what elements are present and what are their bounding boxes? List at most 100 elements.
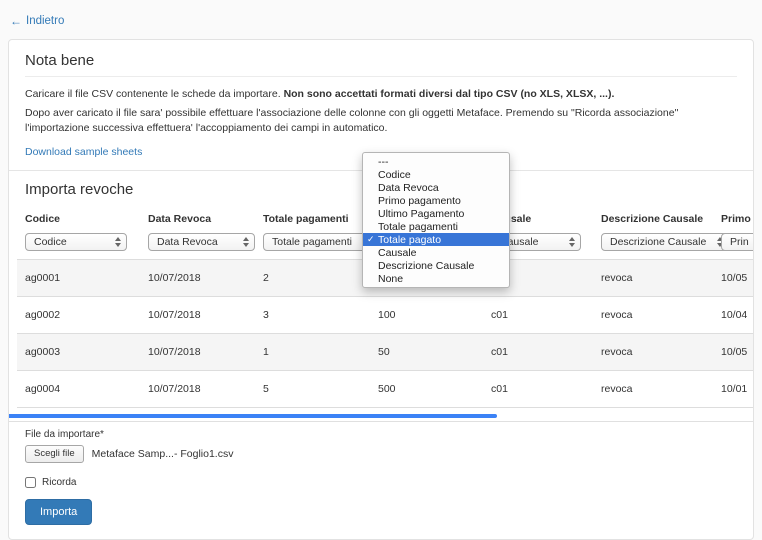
note-line-2: Dopo aver caricato il file sara' possibi… [25,106,737,135]
cell: revoca [593,371,713,408]
select-value: Codice [34,236,67,248]
cell: 10/07/2018 [140,260,255,297]
cell: ag0004 [17,371,140,408]
select-arrows-icon [115,237,121,247]
dropdown-option[interactable]: None [363,272,509,285]
table-row: ag0003 10/07/2018 1 50 c01 revoca 10/05 [17,334,754,371]
cell: 10/05 [713,260,754,297]
note-line-1-bold: Non sono accettati formati diversi dal t… [284,88,615,100]
cell: 1 [255,334,370,371]
page: ← Indietro Nota bene Caricare il file CS… [0,0,762,540]
cell: 10/07/2018 [140,371,255,408]
select-value: Prin [730,236,749,248]
table-row: ag0002 10/07/2018 3 100 c01 revoca 10/04 [17,297,754,334]
dropdown-option-label: Ultimo Pagamento [378,208,464,220]
dropdown-option-label: Primo pagamento [378,195,461,207]
table-row: ag0004 10/07/2018 5 500 c01 revoca 10/01 [17,371,754,408]
horizontal-scrollbar[interactable] [9,414,497,418]
dropdown-option-label: Data Revoca [378,182,439,194]
dropdown-option[interactable]: Descrizione Causale [363,259,509,272]
import-card: Nota bene Caricare il file CSV contenent… [8,39,754,540]
dropdown-option[interactable]: Ultimo Pagamento [363,207,509,220]
file-input-row: Scegli file Metaface Samp...- Foglio1.cs… [25,445,737,463]
remember-label: Ricorda [42,477,76,488]
note-title: Nota bene [25,52,737,69]
cell: 100 [370,297,483,334]
select-value: Totale pagamenti [272,236,352,248]
dropdown-option-label: Codice [378,169,411,181]
cell: 5 [255,371,370,408]
cell: ag0002 [17,297,140,334]
note-line-1: Caricare il file CSV contenente le sched… [25,87,737,101]
cell: 3 [255,297,370,334]
column-select-descrizione-causale[interactable]: Descrizione Causale [601,233,729,251]
remember-checkbox[interactable] [25,477,36,488]
select-cell: Descrizione Causale [593,230,713,260]
back-arrow-icon: ← [10,14,22,28]
back-link-label: Indietro [26,15,64,27]
column-header-descrizione-causale: Descrizione Causale [593,211,713,230]
select-value: Descrizione Causale [610,236,706,248]
dropdown-option-selected[interactable]: ✓Totale pagato [363,233,509,246]
cell: 10/07/2018 [140,334,255,371]
dropdown-option-label: --- [378,156,389,168]
dropdown-option[interactable]: Data Revoca [363,181,509,194]
import-button[interactable]: Importa [25,499,92,525]
note-section: Nota bene Caricare il file CSV contenent… [9,40,753,170]
dropdown-option-label: Causale [378,247,417,259]
cell: c01 [483,334,593,371]
select-cell: Prin [713,230,754,260]
choose-file-button[interactable]: Scegli file [25,445,84,463]
column-header-primo: Primo [713,211,754,230]
select-arrows-icon [243,237,249,247]
chosen-file-name: Metaface Samp...- Foglio1.csv [92,448,234,460]
cell: 2 [255,260,370,297]
cell: revoca [593,297,713,334]
select-cell: Codice [17,230,140,260]
cell: c01 [483,371,593,408]
title-divider [25,76,737,77]
select-arrows-icon [569,237,575,247]
checkmark-icon: ✓ [367,234,378,245]
cell: c01 [483,297,593,334]
cell: 10/04 [713,297,754,334]
dropdown-option[interactable]: Primo pagamento [363,194,509,207]
dropdown-option[interactable]: Codice [363,168,509,181]
note-line-1-text: Caricare il file CSV contenente le sched… [25,88,284,100]
cell: 500 [370,371,483,408]
mapping-selects-row: Codice Data Revoca Tot [17,230,754,260]
dropdown-option-label: Totale pagamenti [378,221,458,233]
select-cell-open: --- Codice Data Revoca Primo pagamento U… [370,230,483,260]
column-select-totale-pagamenti[interactable]: Totale pagamenti [263,233,376,251]
cell: 50 [370,334,483,371]
cell: ag0003 [17,334,140,371]
cell: ag0001 [17,260,140,297]
dropdown-option[interactable]: Causale [363,246,509,259]
select-cell: Data Revoca [140,230,255,260]
column-header-codice: Codice [17,211,140,230]
select-value: Data Revoca [157,236,218,248]
column-select-data-revoca[interactable]: Data Revoca [148,233,255,251]
dropdown-option[interactable]: Totale pagamenti [363,220,509,233]
back-link[interactable]: ← Indietro [10,14,64,28]
cell: 10/07/2018 [140,297,255,334]
remember-option: Ricorda [25,477,737,488]
cell: revoca [593,260,713,297]
import-table: Codice Data Revoca Totale pagamenti Caus… [17,211,754,408]
select-cell: Totale pagamenti [255,230,370,260]
dropdown-option-label: Descrizione Causale [378,260,474,272]
dropdown-option[interactable]: --- [363,155,509,168]
column-header-totale-pagamenti: Totale pagamenti [255,211,370,230]
column-select-primo[interactable]: Prin [721,233,754,251]
column-select-codice[interactable]: Codice [25,233,127,251]
dropdown-option-label: Totale pagato [378,234,441,246]
column-mapping-dropdown: --- Codice Data Revoca Primo pagamento U… [362,152,510,288]
import-section: Importa revoche Codice Data Revoca Total… [9,171,753,539]
dropdown-option-label: None [378,273,403,285]
cell: 10/05 [713,334,754,371]
cell: 10/01 [713,371,754,408]
file-input-label: File da importare* [25,429,737,440]
download-sample-link[interactable]: Download sample sheets [25,146,142,158]
column-header-data-revoca: Data Revoca [140,211,255,230]
table-divider [9,421,753,422]
